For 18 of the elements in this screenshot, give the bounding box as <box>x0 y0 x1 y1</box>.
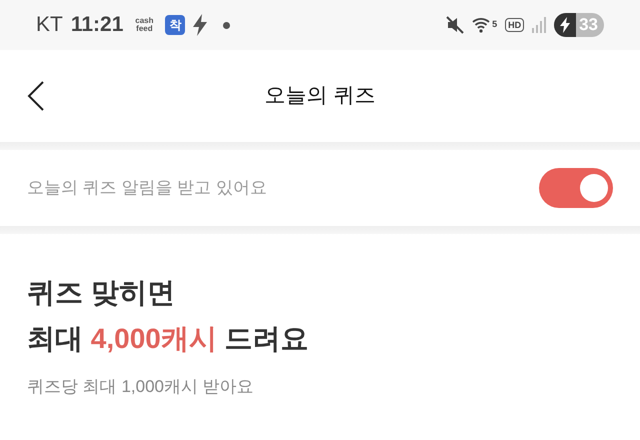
page-title: 오늘의 퀴즈 <box>264 83 376 110</box>
bolt-icon <box>193 14 208 36</box>
notification-dot <box>223 22 230 28</box>
promo-headline: 최대 4,000캐시 드려요 <box>27 322 310 356</box>
network-label: 5 <box>492 18 498 32</box>
clock-time: 11:21 <box>70 12 124 38</box>
notification-toggle[interactable] <box>539 168 613 208</box>
notification-label: 오늘의 퀴즈 알림을 받고 있어요 <box>27 177 267 200</box>
app-icon: 착 <box>165 15 186 35</box>
app-logo: cash feed <box>134 17 155 33</box>
promo-subtitle: 퀴즈당 최대 1,000캐시 받아요 <box>27 376 255 398</box>
promo-headline: 퀴즈 맞히면 <box>27 276 176 310</box>
hd-label: HD <box>505 18 524 32</box>
battery-indicator: 33 <box>554 13 604 37</box>
wifi-icon <box>472 17 490 33</box>
carrier-name: KT <box>36 12 63 38</box>
signal-icon <box>532 17 546 33</box>
back-button[interactable] <box>26 80 46 112</box>
